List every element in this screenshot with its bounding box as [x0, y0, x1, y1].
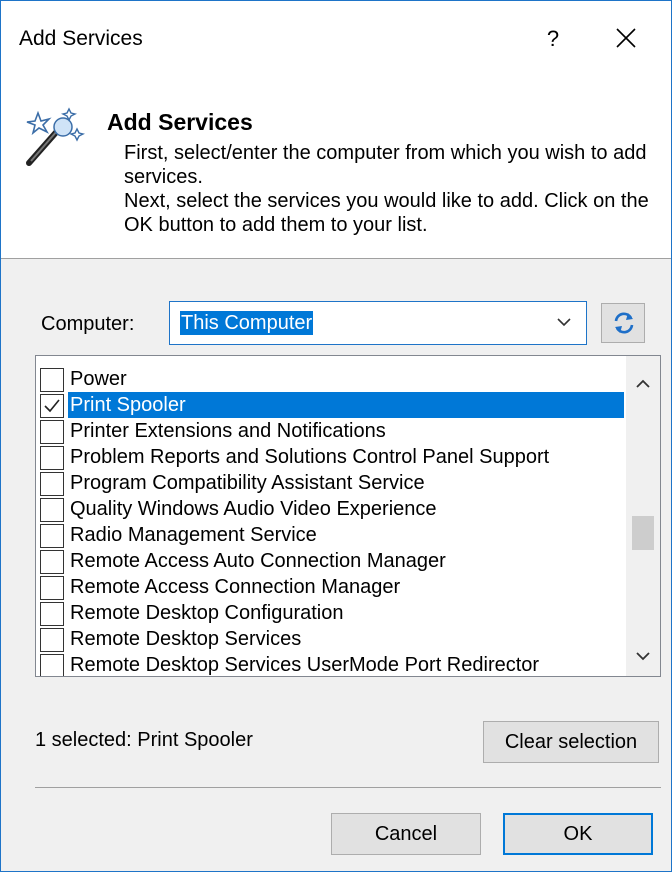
- refresh-button[interactable]: [601, 303, 645, 343]
- services-list[interactable]: Power Print Spooler Printer Extensions and…: [35, 355, 661, 677]
- list-item[interactable]: Power: [36, 366, 624, 392]
- service-checkbox[interactable]: [40, 472, 64, 496]
- divider: [35, 787, 661, 788]
- banner-instructions: First, select/enter the computer from wh…: [124, 141, 669, 237]
- service-checkbox[interactable]: [40, 576, 64, 600]
- scroll-thumb[interactable]: [632, 516, 654, 550]
- cancel-button[interactable]: Cancel: [331, 813, 481, 855]
- list-item[interactable]: Print Spooler: [36, 392, 624, 418]
- scroll-down-button[interactable]: [626, 642, 660, 670]
- service-checkbox[interactable]: [40, 628, 64, 652]
- header-banner: Add Services First, select/enter the com…: [1, 77, 671, 259]
- service-checkbox[interactable]: [40, 498, 64, 522]
- service-label: Power: [70, 368, 127, 390]
- service-checkbox[interactable]: [40, 524, 64, 548]
- selection-status: 1 selected: Print Spooler: [35, 729, 253, 751]
- chevron-down-icon[interactable]: [556, 314, 572, 330]
- service-label: Radio Management Service: [70, 524, 317, 546]
- services-list-rows: Power Print Spooler Printer Extensions and…: [36, 366, 624, 676]
- ok-button[interactable]: OK: [503, 813, 653, 855]
- service-label: Remote Access Auto Connection Manager: [70, 550, 446, 572]
- close-icon: [616, 28, 636, 48]
- list-item[interactable]: Remote Desktop Configuration: [36, 600, 624, 626]
- instruction-line-2: Next, select the services you would like…: [124, 190, 649, 236]
- list-item[interactable]: Quality Windows Audio Video Experience: [36, 496, 624, 522]
- scroll-up-button[interactable]: [626, 370, 660, 398]
- service-checkbox[interactable]: [40, 602, 64, 626]
- list-item[interactable]: Remote Access Auto Connection Manager: [36, 548, 624, 574]
- list-item[interactable]: Remote Desktop Services UserMode Port Re…: [36, 652, 624, 676]
- list-item[interactable]: Program Compatibility Assistant Service: [36, 470, 624, 496]
- chevron-up-icon: [636, 379, 650, 388]
- service-label: Quality Windows Audio Video Experience: [70, 498, 437, 520]
- magic-wand-icon: [26, 107, 85, 166]
- service-label: Remote Access Connection Manager: [70, 576, 401, 598]
- service-checkbox[interactable]: [40, 446, 64, 470]
- list-item[interactable]: Radio Management Service: [36, 522, 624, 548]
- checkmark-icon: [44, 399, 60, 413]
- service-label: Remote Desktop Configuration: [70, 602, 344, 624]
- chevron-down-icon: [636, 652, 650, 661]
- service-label: Print Spooler: [68, 392, 624, 418]
- clear-selection-button[interactable]: Clear selection: [483, 721, 659, 763]
- add-services-dialog: Add Services ? Add Services First, selec…: [0, 0, 672, 872]
- computer-value[interactable]: This Computer: [180, 311, 314, 335]
- banner-title: Add Services: [107, 109, 253, 135]
- list-item[interactable]: Remote Access Connection Manager: [36, 574, 624, 600]
- close-button[interactable]: [599, 15, 655, 63]
- list-item[interactable]: Printer Extensions and Notifications: [36, 418, 624, 444]
- service-checkbox[interactable]: [40, 420, 64, 444]
- service-checkbox[interactable]: [40, 654, 64, 676]
- service-label: Program Compatibility Assistant Service: [70, 472, 425, 494]
- list-item[interactable]: Remote Desktop Services: [36, 626, 624, 652]
- service-label: Remote Desktop Services: [70, 628, 302, 650]
- list-item[interactable]: Problem Reports and Solutions Control Pa…: [36, 444, 624, 470]
- service-checkbox[interactable]: [40, 394, 64, 418]
- window-title: Add Services: [19, 27, 143, 50]
- help-button[interactable]: ?: [531, 15, 575, 63]
- service-checkbox[interactable]: [40, 550, 64, 574]
- service-checkbox[interactable]: [40, 368, 64, 392]
- vertical-scrollbar[interactable]: [626, 356, 660, 676]
- refresh-icon: [614, 312, 634, 334]
- title-bar: Add Services ?: [1, 1, 671, 77]
- instruction-line-1: First, select/enter the computer from wh…: [124, 142, 647, 188]
- service-label: Printer Extensions and Notifications: [70, 420, 386, 442]
- service-label: Remote Desktop Services UserMode Port Re…: [70, 654, 540, 676]
- computer-combobox[interactable]: This Computer: [169, 301, 587, 345]
- computer-label: Computer:: [41, 313, 135, 335]
- service-label: Problem Reports and Solutions Control Pa…: [70, 446, 550, 468]
